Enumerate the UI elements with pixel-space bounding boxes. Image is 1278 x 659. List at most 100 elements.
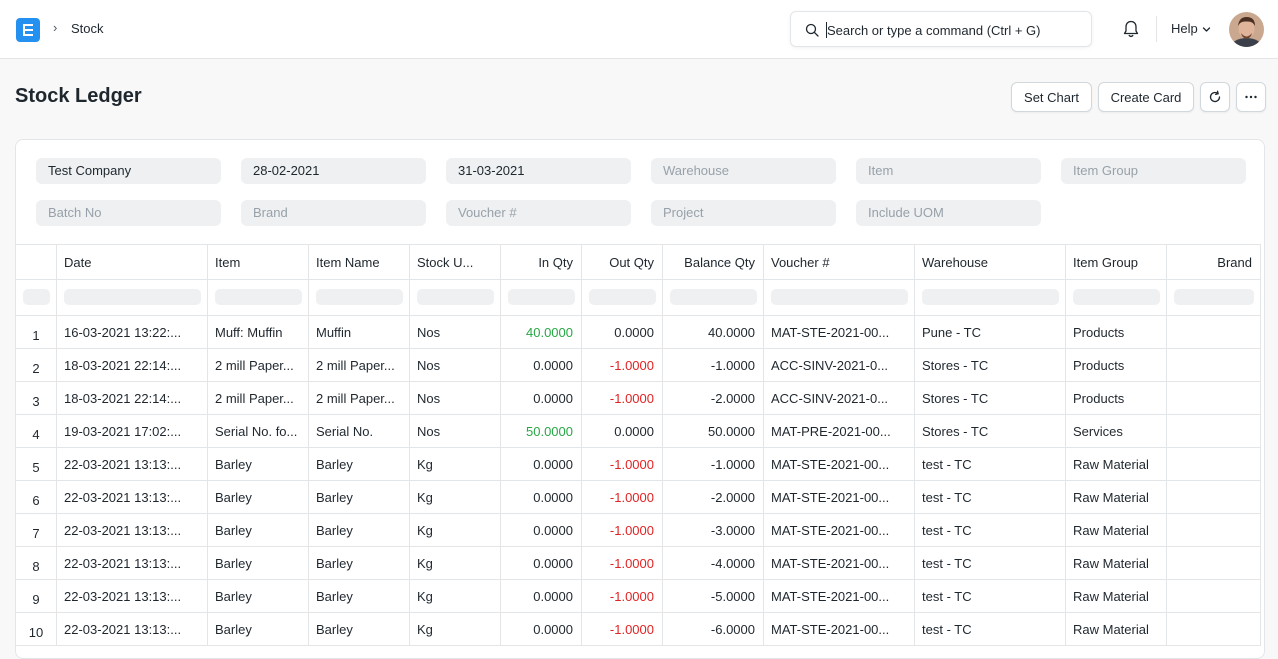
cell-item[interactable]: Barley <box>208 580 309 612</box>
search-input[interactable] <box>827 20 1082 40</box>
user-avatar[interactable] <box>1229 12 1264 47</box>
cell-out-qty[interactable]: -1.0000 <box>582 448 663 480</box>
cell-in-qty[interactable]: 0.0000 <box>501 349 582 381</box>
cell-item-name[interactable]: Muffin <box>309 316 410 348</box>
cell-item-name[interactable]: 2 mill Paper... <box>309 349 410 381</box>
cell-out-qty[interactable]: -1.0000 <box>582 547 663 579</box>
cell-item-group[interactable]: Products <box>1066 382 1167 414</box>
cell-uom[interactable]: Kg <box>410 448 501 480</box>
cell-voucher[interactable]: MAT-PRE-2021-00... <box>764 415 915 447</box>
cell-item[interactable]: Barley <box>208 448 309 480</box>
cell-date[interactable]: 22-03-2021 13:13:... <box>57 514 208 546</box>
cell-date[interactable]: 22-03-2021 13:13:... <box>57 613 208 645</box>
cell-uom[interactable]: Nos <box>410 415 501 447</box>
cell-brand[interactable] <box>1167 547 1261 579</box>
cell-n[interactable]: 9 <box>16 580 57 612</box>
column-filter-input[interactable] <box>1073 289 1160 305</box>
cell-uom[interactable]: Kg <box>410 580 501 612</box>
cell-voucher[interactable]: MAT-STE-2021-00... <box>764 613 915 645</box>
cell-item-group[interactable]: Raw Material <box>1066 481 1167 513</box>
cell-in-qty[interactable]: 0.0000 <box>501 382 582 414</box>
cell-warehouse[interactable]: test - TC <box>915 547 1066 579</box>
cell-item-group[interactable]: Raw Material <box>1066 613 1167 645</box>
column-header-date[interactable]: Date <box>57 245 208 279</box>
cell-n[interactable]: 8 <box>16 547 57 579</box>
cell-item-group[interactable]: Raw Material <box>1066 514 1167 546</box>
cell-voucher[interactable]: MAT-STE-2021-00... <box>764 316 915 348</box>
cell-in-qty[interactable]: 40.0000 <box>501 316 582 348</box>
include-uom-filter[interactable]: Include UOM <box>856 200 1041 226</box>
cell-item-name[interactable]: Barley <box>309 481 410 513</box>
cell-item-group[interactable]: Raw Material <box>1066 547 1167 579</box>
bell-icon[interactable] <box>1122 19 1140 39</box>
cell-item[interactable]: 2 mill Paper... <box>208 382 309 414</box>
cell-voucher[interactable]: MAT-STE-2021-00... <box>764 448 915 480</box>
cell-balance[interactable]: -2.0000 <box>663 481 764 513</box>
cell-item-name[interactable]: Barley <box>309 448 410 480</box>
cell-n[interactable]: 6 <box>16 481 57 513</box>
cell-brand[interactable] <box>1167 514 1261 546</box>
app-logo-icon[interactable] <box>16 18 40 42</box>
cell-out-qty[interactable]: 0.0000 <box>582 316 663 348</box>
cell-n[interactable]: 10 <box>16 613 57 645</box>
create-card-button[interactable]: Create Card <box>1098 82 1194 112</box>
cell-warehouse[interactable]: test - TC <box>915 613 1066 645</box>
cell-item-name[interactable]: Barley <box>309 514 410 546</box>
cell-in-qty[interactable]: 0.0000 <box>501 448 582 480</box>
awesome-bar[interactable] <box>790 11 1092 47</box>
cell-voucher[interactable]: ACC-SINV-2021-0... <box>764 382 915 414</box>
cell-item-group[interactable]: Products <box>1066 349 1167 381</box>
voucher-no-filter[interactable]: Voucher # <box>446 200 631 226</box>
cell-warehouse[interactable]: test - TC <box>915 514 1066 546</box>
cell-brand[interactable] <box>1167 613 1261 645</box>
cell-uom[interactable]: Nos <box>410 382 501 414</box>
cell-out-qty[interactable]: 0.0000 <box>582 415 663 447</box>
column-header-balance-qty[interactable]: Balance Qty <box>663 245 764 279</box>
column-header-out-qty[interactable]: Out Qty <box>582 245 663 279</box>
cell-item-group[interactable]: Raw Material <box>1066 580 1167 612</box>
cell-date[interactable]: 22-03-2021 13:13:... <box>57 547 208 579</box>
cell-in-qty[interactable]: 50.0000 <box>501 415 582 447</box>
cell-item[interactable]: Barley <box>208 613 309 645</box>
refresh-button[interactable] <box>1200 82 1230 112</box>
cell-item[interactable]: Barley <box>208 481 309 513</box>
column-filter-input[interactable] <box>922 289 1059 305</box>
cell-item-group[interactable]: Services <box>1066 415 1167 447</box>
column-header-in-qty[interactable]: In Qty <box>501 245 582 279</box>
cell-date[interactable]: 18-03-2021 22:14:... <box>57 382 208 414</box>
cell-brand[interactable] <box>1167 382 1261 414</box>
cell-date[interactable]: 19-03-2021 17:02:... <box>57 415 208 447</box>
cell-uom[interactable]: Kg <box>410 547 501 579</box>
cell-n[interactable]: 7 <box>16 514 57 546</box>
to-date-filter[interactable]: 31-03-2021 <box>446 158 631 184</box>
cell-item[interactable]: Barley <box>208 547 309 579</box>
cell-balance[interactable]: -2.0000 <box>663 382 764 414</box>
cell-in-qty[interactable]: 0.0000 <box>501 547 582 579</box>
column-filter-input[interactable] <box>508 289 575 305</box>
cell-out-qty[interactable]: -1.0000 <box>582 613 663 645</box>
cell-brand[interactable] <box>1167 349 1261 381</box>
cell-in-qty[interactable]: 0.0000 <box>501 481 582 513</box>
column-filter-input[interactable] <box>670 289 757 305</box>
cell-item[interactable]: Serial No. fo... <box>208 415 309 447</box>
warehouse-filter[interactable]: Warehouse <box>651 158 836 184</box>
cell-brand[interactable] <box>1167 481 1261 513</box>
column-header-item[interactable]: Item <box>208 245 309 279</box>
cell-balance[interactable]: -1.0000 <box>663 349 764 381</box>
cell-voucher[interactable]: MAT-STE-2021-00... <box>764 580 915 612</box>
cell-warehouse[interactable]: Stores - TC <box>915 415 1066 447</box>
batch-no-filter[interactable]: Batch No <box>36 200 221 226</box>
cell-item-group[interactable]: Products <box>1066 316 1167 348</box>
cell-out-qty[interactable]: -1.0000 <box>582 580 663 612</box>
cell-uom[interactable]: Nos <box>410 349 501 381</box>
cell-item-name[interactable]: Serial No. <box>309 415 410 447</box>
cell-warehouse[interactable]: test - TC <box>915 481 1066 513</box>
cell-uom[interactable]: Nos <box>410 316 501 348</box>
cell-voucher[interactable]: MAT-STE-2021-00... <box>764 514 915 546</box>
cell-item-name[interactable]: Barley <box>309 580 410 612</box>
cell-warehouse[interactable]: test - TC <box>915 580 1066 612</box>
project-filter[interactable]: Project <box>651 200 836 226</box>
cell-item-group[interactable]: Raw Material <box>1066 448 1167 480</box>
cell-voucher[interactable]: ACC-SINV-2021-0... <box>764 349 915 381</box>
cell-balance[interactable]: 40.0000 <box>663 316 764 348</box>
